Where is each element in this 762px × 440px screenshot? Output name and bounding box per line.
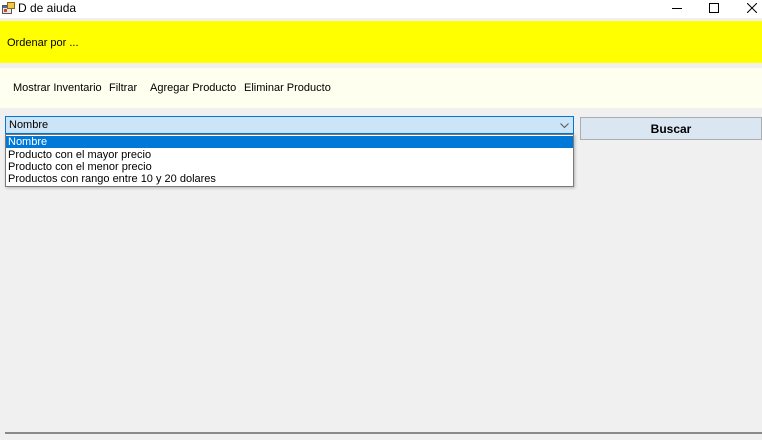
minimize-button[interactable] (662, 0, 692, 18)
sort-dropdown-list: Nombre Producto con el mayor precio Prod… (5, 134, 574, 187)
sort-option-mayor-precio[interactable]: Producto con el mayor precio (6, 149, 573, 161)
close-button[interactable] (737, 0, 762, 18)
close-icon (746, 2, 758, 16)
menu-item-filtrar[interactable]: Filtrar (109, 81, 137, 95)
minimize-icon (672, 2, 682, 16)
results-panel (5, 147, 762, 434)
app-window-icon (2, 2, 15, 15)
maximize-button[interactable] (699, 0, 729, 18)
search-button[interactable]: Buscar (580, 117, 762, 140)
order-label: Ordenar por ... (7, 37, 79, 49)
menu-item-eliminar-producto[interactable]: Eliminar Producto (244, 81, 331, 95)
sort-combobox[interactable]: Nombre (5, 116, 574, 134)
chevron-down-icon[interactable] (559, 120, 570, 131)
window-title: D de aiuda (18, 1, 77, 15)
maximize-icon (709, 2, 719, 16)
menu-item-mostrar-inventario[interactable]: Mostrar Inventario (13, 81, 102, 95)
sort-combobox-value: Nombre (9, 119, 49, 131)
order-bar: Ordenar por ... (0, 21, 762, 63)
sort-option-rango-10-20[interactable]: Productos con rango entre 10 y 20 dolare… (6, 173, 573, 185)
menu-bar: Mostrar Inventario Filtrar Agregar Produ… (0, 68, 762, 108)
title-bar: D de aiuda (0, 0, 762, 18)
sort-option-nombre[interactable]: Nombre (6, 136, 573, 148)
menu-item-agregar-producto[interactable]: Agregar Producto (150, 81, 236, 95)
sort-option-menor-precio[interactable]: Producto con el menor precio (6, 161, 573, 173)
